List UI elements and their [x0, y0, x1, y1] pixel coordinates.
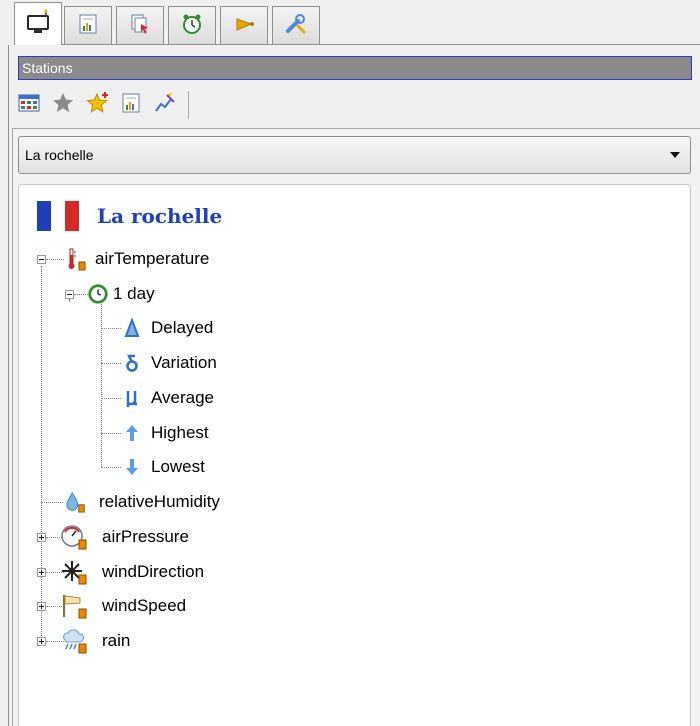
tree-node-label: relativeHumidity — [99, 492, 220, 511]
report-button[interactable] — [118, 92, 144, 118]
tree-node-label: Lowest — [151, 457, 205, 476]
tree-node-windspeed[interactable]: windSpeed — [60, 594, 187, 619]
tree-node-label: Variation — [151, 353, 217, 372]
magic-wand-chart-icon — [153, 91, 177, 119]
tab-notifications[interactable] — [220, 6, 268, 44]
tree-node-rain[interactable]: rain — [60, 629, 131, 654]
tree-line — [69, 299, 70, 301]
tree-line — [101, 301, 102, 467]
tree-node-label: rain — [102, 631, 131, 650]
tree-node-relativehumidity[interactable]: relativeHumidity — [65, 490, 220, 514]
compass-rose-icon — [60, 561, 90, 585]
water-drop-icon — [65, 491, 87, 513]
thermometer-icon — [65, 248, 87, 271]
tab-stations[interactable] — [14, 2, 62, 45]
tree-node-delayed[interactable]: Delayed — [121, 316, 213, 340]
star-gray-icon — [51, 91, 75, 119]
grid-table-button[interactable] — [16, 92, 42, 118]
arrow-down-icon — [121, 456, 143, 478]
panel-title-bar: Stations — [18, 56, 692, 80]
report-icon — [120, 92, 142, 118]
tree-node-label: airPressure — [102, 527, 189, 546]
expand-toggle[interactable] — [37, 637, 46, 646]
station-select[interactable]: La rochelle — [18, 136, 691, 174]
delta-small-icon — [121, 352, 143, 374]
alarm-clock-icon — [180, 12, 204, 40]
tree-node-label: Highest — [151, 423, 209, 442]
tree-node-airpressure[interactable]: airPressure — [60, 525, 189, 550]
tree-line — [101, 433, 121, 434]
tree-node-winddirection[interactable]: windDirection — [60, 560, 205, 585]
clock-refresh-icon — [87, 283, 109, 305]
tree-node-average[interactable]: Average — [121, 386, 214, 410]
bell-icon — [232, 12, 256, 40]
france-flag-icon — [37, 201, 79, 231]
report-chart-icon — [77, 13, 99, 39]
expand-toggle[interactable] — [37, 568, 46, 577]
chevron-down-icon — [670, 152, 680, 158]
tree-line — [101, 328, 121, 329]
tree-line — [101, 363, 121, 364]
favorite-button[interactable] — [50, 92, 76, 118]
tree-node-lowest[interactable]: Lowest — [121, 455, 205, 479]
rain-cloud-icon — [60, 629, 90, 654]
station-select-value: La rochelle — [25, 147, 94, 163]
station-monitor-icon — [24, 8, 52, 40]
windsock-icon — [60, 595, 90, 619]
tree-node-variation[interactable]: Variation — [121, 351, 217, 375]
tree-line — [74, 294, 88, 295]
tab-pages[interactable] — [116, 6, 164, 44]
tree-line — [46, 259, 64, 260]
tab-reports[interactable] — [64, 6, 112, 44]
tree-node-label: 1 day — [113, 284, 155, 303]
grid-table-icon — [18, 94, 40, 116]
collapse-toggle[interactable] — [65, 290, 74, 299]
tree-line — [101, 398, 121, 399]
app-window: Stations La rochelle La rochelle airTemp… — [0, 0, 700, 726]
tree-node-1-day[interactable]: 1 day — [87, 282, 155, 306]
tree-node-label: Average — [151, 388, 215, 407]
tools-icon — [284, 12, 308, 40]
tree-node-label: Delayed — [151, 318, 214, 337]
tree-line — [41, 266, 42, 642]
station-heading: La rochelle — [37, 200, 222, 232]
tree-node-label: windDirection — [102, 562, 205, 581]
delta-icon — [121, 317, 143, 339]
wizard-button[interactable] — [152, 92, 178, 118]
collapse-toggle[interactable] — [37, 255, 46, 264]
arrow-up-icon — [121, 422, 143, 444]
expand-toggle[interactable] — [37, 602, 46, 611]
toolbar — [16, 88, 316, 122]
pages-cursor-icon — [129, 13, 151, 39]
tree-node-highest[interactable]: Highest — [121, 421, 209, 445]
tree-line — [101, 467, 121, 468]
barometer-icon — [60, 525, 90, 550]
tree-node-label: windSpeed — [102, 596, 187, 615]
tree-line — [41, 502, 63, 503]
expand-toggle[interactable] — [37, 533, 46, 542]
tab-alarms[interactable] — [168, 6, 216, 44]
tree-node-airtemperature[interactable]: airTemperature — [65, 247, 209, 271]
tab-tools[interactable] — [272, 6, 320, 44]
toolbar-separator — [188, 91, 189, 119]
mu-icon — [121, 387, 143, 409]
station-name: La rochelle — [97, 204, 223, 228]
tree-node-label: airTemperature — [95, 249, 210, 268]
star-add-icon — [85, 91, 109, 119]
add-favorite-button[interactable] — [84, 92, 110, 118]
